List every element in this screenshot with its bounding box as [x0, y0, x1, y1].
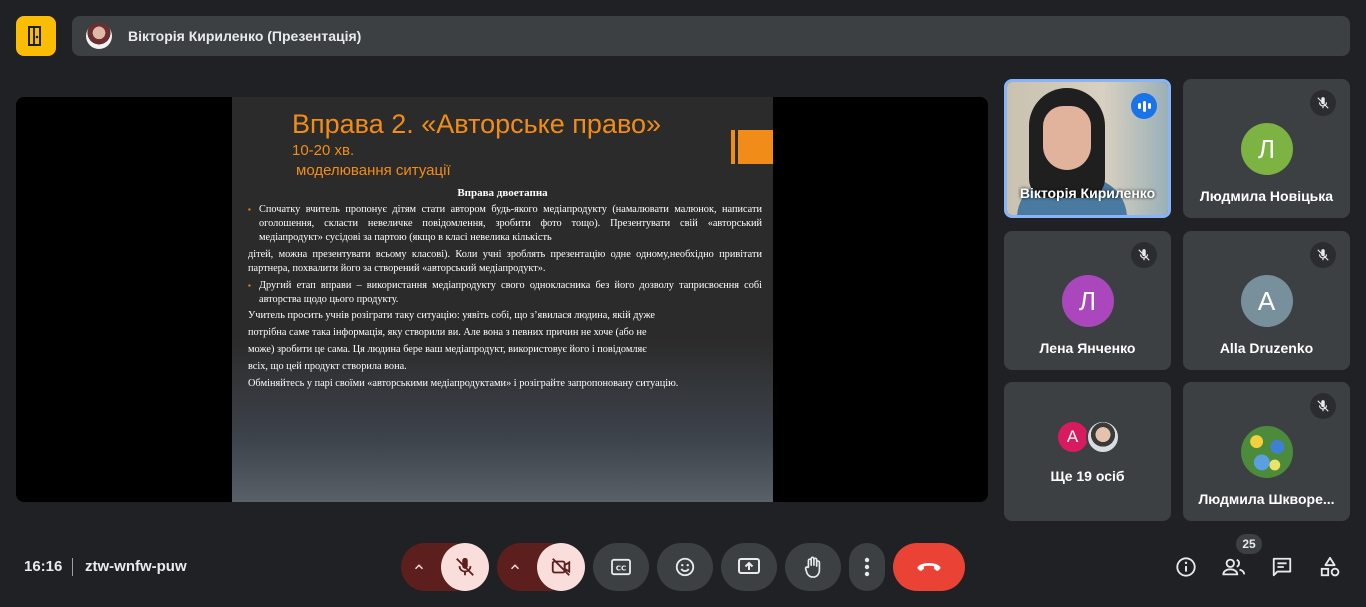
- closed-captions-icon: CC: [611, 558, 631, 576]
- other-avatar-photo: [1085, 420, 1120, 454]
- more-options-button[interactable]: [849, 543, 885, 591]
- reactions-button[interactable]: [657, 543, 713, 591]
- mic-off-icon: [1310, 242, 1336, 268]
- more-vert-icon: [864, 557, 870, 577]
- chat-button[interactable]: [1270, 555, 1294, 579]
- mic-toggle-button[interactable]: [441, 543, 489, 591]
- meet-logo-button[interactable]: [16, 16, 56, 56]
- others-tile[interactable]: A Ще 19 осіб: [1004, 382, 1171, 521]
- info-icon: [1176, 557, 1196, 577]
- participant-name: Alla Druzenko: [1219, 340, 1314, 356]
- slide-paragraph: дітей, можна презентувати всьому класові…: [248, 249, 762, 274]
- captions-button[interactable]: CC: [593, 543, 649, 591]
- participant-photo-avatar: [1240, 426, 1293, 478]
- present-screen-button[interactable]: [721, 543, 777, 591]
- svg-text:CC: CC: [616, 564, 627, 573]
- end-call-icon: [917, 563, 941, 571]
- presentation-stage: Вправа 2. «Авторське право» 10-20 хв. мо…: [16, 97, 988, 502]
- participant-avatar: Л: [1061, 275, 1114, 327]
- meeting-code: ztw-wnfw-puw: [85, 558, 187, 575]
- slide-accent-block: [738, 130, 773, 164]
- participant-count-badge: 25: [1236, 534, 1262, 554]
- others-count-label: Ще 19 осіб: [1050, 468, 1125, 484]
- mic-off-icon: [1310, 393, 1336, 419]
- slide-heading: Вправа двоетапна: [457, 187, 548, 199]
- others-avatars: A: [1055, 420, 1120, 454]
- camera-off-icon: [551, 558, 571, 576]
- participant-name: Лена Янченко: [1039, 340, 1136, 356]
- participant-avatar: A: [1240, 275, 1293, 327]
- people-button[interactable]: [1222, 555, 1246, 579]
- activities-shapes-icon: [1320, 556, 1340, 577]
- slide-paragraph: Другий етап вправи – використання медіап…: [248, 279, 762, 307]
- hand-icon: [804, 556, 821, 578]
- participant-tile-liudmyla-novitska[interactable]: Л Людмила Новіцька: [1183, 79, 1350, 218]
- chevron-up-icon: [414, 564, 424, 570]
- participant-name: Людмила Шкворе...: [1198, 491, 1335, 507]
- participant-tile-liudmyla-shkvore[interactable]: Людмила Шкворе...: [1183, 382, 1350, 521]
- participant-tile-lena-yanchenko[interactable]: Л Лена Янченко: [1004, 231, 1171, 370]
- slide-line: потрібна саме така інформація, яку створ…: [248, 327, 647, 338]
- participant-avatar: Л: [1240, 123, 1293, 175]
- slide-body: Спочатку вчитель пропонує дітям стати ав…: [248, 203, 762, 392]
- presenter-bar[interactable]: Вікторія Кириленко (Презентація): [72, 16, 1350, 56]
- presenter-avatar: [86, 23, 112, 49]
- slide-line: всіх, що цей продукт створила вона.: [248, 361, 407, 372]
- participant-name: Людмила Новіцька: [1199, 188, 1334, 204]
- other-avatar: A: [1055, 420, 1090, 454]
- activities-button[interactable]: [1318, 555, 1342, 579]
- participant-tile-viktoria[interactable]: Вікторія Кириленко: [1004, 79, 1171, 218]
- chat-icon: [1272, 557, 1292, 577]
- meeting-details-button[interactable]: [1174, 555, 1198, 579]
- mic-off-icon: [456, 557, 474, 576]
- participant-name: Вікторія Кириленко: [1019, 185, 1156, 201]
- presentation-slide: Вправа 2. «Авторське право» 10-20 хв. мо…: [232, 97, 773, 502]
- meeting-time: 16:16: [24, 558, 63, 575]
- present-screen-icon: [738, 558, 760, 574]
- emoji-icon: [675, 557, 695, 577]
- presenter-label: Вікторія Кириленко (Презентація): [128, 28, 362, 44]
- door-exit-icon: [28, 26, 41, 46]
- slide-line: може) зробити це сама. Ця людина бере ва…: [248, 344, 647, 355]
- participant-tile-alla-druzenko[interactable]: A Alla Druzenko: [1183, 231, 1350, 370]
- slide-line: Учитель просить учнів розіграти таку сит…: [248, 310, 655, 321]
- slide-paragraph: Спочатку вчитель пропонує дітям стати ав…: [248, 203, 762, 245]
- speaking-indicator-icon: [1131, 93, 1157, 119]
- raise-hand-button[interactable]: [785, 543, 841, 591]
- slide-line: Обміняйтесь у парі своїми «авторськими м…: [248, 378, 679, 389]
- mic-off-icon: [1310, 90, 1336, 116]
- leave-call-button[interactable]: [893, 543, 965, 591]
- mic-off-icon: [1131, 242, 1157, 268]
- chevron-up-icon: [510, 564, 520, 570]
- slide-title: Вправа 2. «Авторське право»: [292, 109, 662, 139]
- footer-divider: [72, 558, 73, 576]
- people-icon: [1222, 558, 1246, 576]
- slide-accent-bar: [731, 130, 735, 164]
- slide-subtitle: моделювання ситуації: [296, 162, 451, 179]
- camera-toggle-button[interactable]: [537, 543, 585, 591]
- slide-duration: 10-20 хв.: [292, 142, 355, 159]
